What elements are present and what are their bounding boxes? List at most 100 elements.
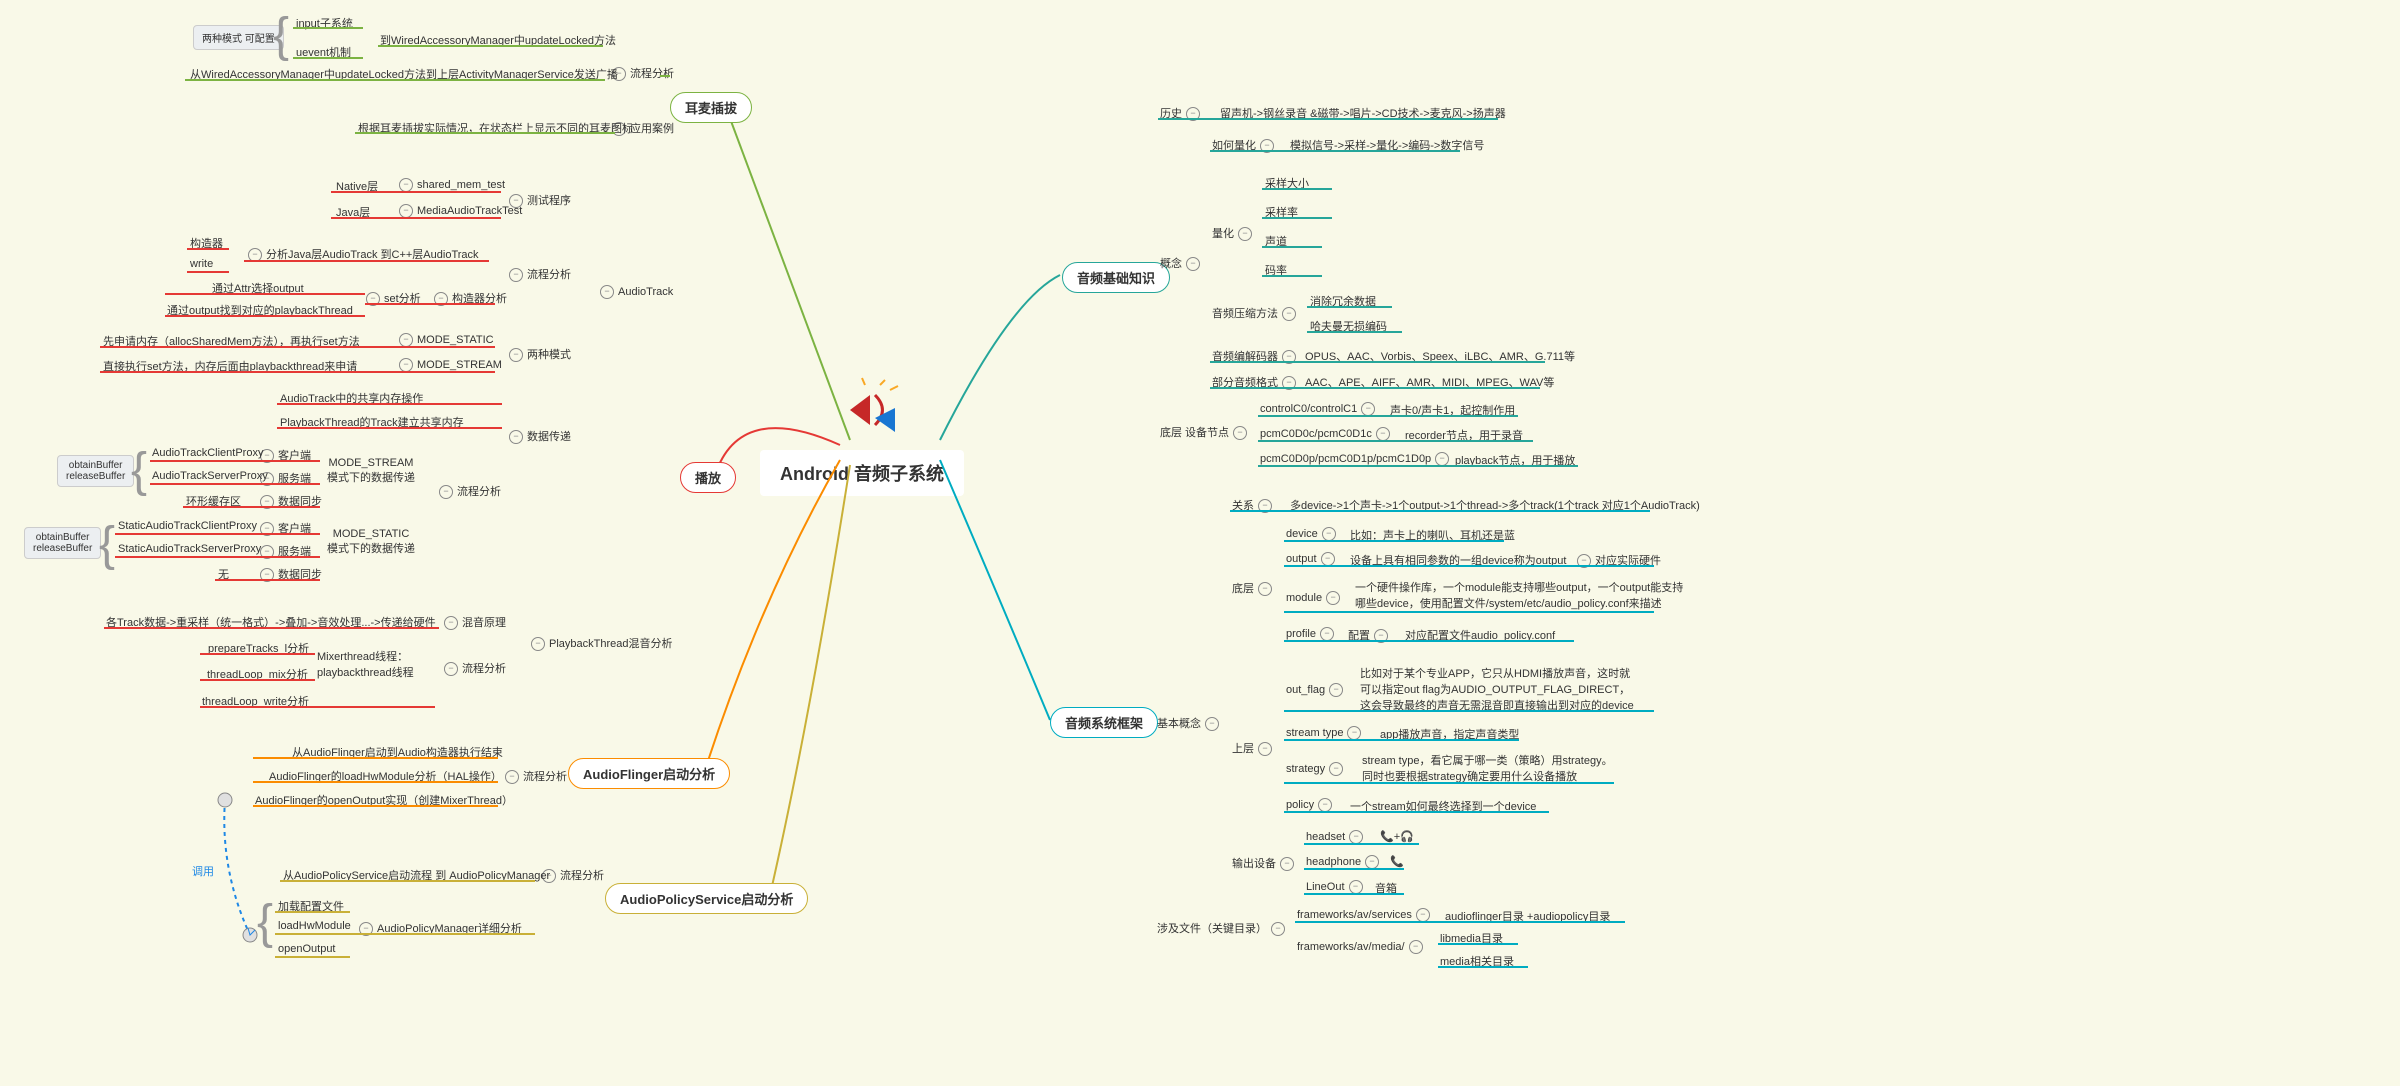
branch-policy[interactable]: AudioPolicyService启动分析 xyxy=(605,883,808,914)
collapse-icon[interactable]: − xyxy=(1280,857,1294,871)
collapse-icon[interactable]: − xyxy=(1238,227,1252,241)
collapse-icon[interactable]: − xyxy=(1347,726,1361,740)
collapse-icon[interactable]: − xyxy=(399,178,413,192)
collapse-icon[interactable]: − xyxy=(1322,527,1336,541)
policy-flow[interactable]: 流程分析 xyxy=(560,870,604,882)
collapse-icon[interactable]: − xyxy=(531,637,545,651)
node-case[interactable]: 应用案例 xyxy=(630,123,674,135)
collapse-icon[interactable]: − xyxy=(1329,762,1343,776)
branch-basics[interactable]: 音频基础知识 xyxy=(1062,262,1170,293)
collapse-icon[interactable]: − xyxy=(1365,855,1379,869)
quant[interactable]: 量化 xyxy=(1212,228,1234,240)
profile[interactable]: profile xyxy=(1286,628,1316,640)
write[interactable]: write xyxy=(190,258,213,270)
concept[interactable]: 概念 xyxy=(1160,258,1182,270)
output-fw[interactable]: output xyxy=(1286,553,1317,565)
twomode-node[interactable]: 两种模式 xyxy=(527,349,571,361)
collapse-icon[interactable]: − xyxy=(1186,257,1200,271)
collapse-icon[interactable]: − xyxy=(399,333,413,347)
bottom[interactable]: 底层 设备节点 xyxy=(1160,427,1229,439)
collapse-icon[interactable]: − xyxy=(1318,798,1332,812)
outdev[interactable]: 输出设备 xyxy=(1232,858,1276,870)
headset[interactable]: headset xyxy=(1306,831,1345,843)
collapse-icon[interactable]: − xyxy=(1349,880,1363,894)
flow-node[interactable]: 流程分析 xyxy=(527,269,571,281)
flow3[interactable]: 流程分析 xyxy=(462,663,506,675)
collapse-icon[interactable]: − xyxy=(1435,452,1449,466)
collapse-icon[interactable]: − xyxy=(1409,940,1423,954)
collapse-icon[interactable]: − xyxy=(1416,908,1430,922)
media-test[interactable]: MediaAudioTrackTest xyxy=(417,205,522,217)
collapse-icon[interactable]: − xyxy=(1320,627,1334,641)
module-fw[interactable]: module xyxy=(1286,592,1322,604)
collapse-icon[interactable]: − xyxy=(505,770,519,784)
basic[interactable]: 基本概念 xyxy=(1157,718,1201,730)
collapse-icon[interactable]: − xyxy=(1329,683,1343,697)
compress[interactable]: 音频压缩方法 xyxy=(1212,308,1278,320)
headphone[interactable]: headphone xyxy=(1306,856,1361,868)
collapse-icon[interactable]: − xyxy=(509,430,523,444)
collapse-icon[interactable]: − xyxy=(1361,402,1375,416)
pcm-p[interactable]: pcmC0D0p/pcmC0D1p/pcmC1D0p xyxy=(1260,453,1431,465)
collapse-icon[interactable]: − xyxy=(1376,427,1390,441)
openout[interactable]: openOutput xyxy=(278,943,336,955)
collapse-icon[interactable]: − xyxy=(600,285,614,299)
strategy[interactable]: strategy xyxy=(1286,763,1325,775)
control[interactable]: controlC0/controlC1 xyxy=(1260,403,1357,415)
satsp[interactable]: StaticAudioTrackServerProxy xyxy=(118,543,261,555)
upper[interactable]: 上层 xyxy=(1232,743,1254,755)
collapse-icon[interactable]: − xyxy=(444,616,458,630)
shared-mem[interactable]: shared_mem_test xyxy=(417,179,505,191)
stream[interactable]: MODE_STREAM xyxy=(417,359,502,371)
collapse-icon[interactable]: − xyxy=(1271,922,1285,936)
collapse-icon[interactable]: − xyxy=(399,358,413,372)
media[interactable]: frameworks/av/media/ xyxy=(1297,941,1405,953)
mixprinciple[interactable]: 混音原理 xyxy=(462,617,506,629)
flinger-flow[interactable]: 流程分析 xyxy=(523,771,567,783)
collapse-icon[interactable]: − xyxy=(399,204,413,218)
collapse-icon[interactable]: − xyxy=(509,268,523,282)
collapse-icon[interactable]: − xyxy=(1233,426,1247,440)
test-node[interactable]: 测试程序 xyxy=(527,195,571,207)
branch-flinger[interactable]: AudioFlinger启动分析 xyxy=(568,758,730,789)
data-node[interactable]: 数据传递 xyxy=(527,431,571,443)
loadhw[interactable]: loadHwModule xyxy=(278,920,351,932)
device[interactable]: device xyxy=(1286,528,1318,540)
pbmix[interactable]: PlaybackThread混音分析 xyxy=(549,638,673,650)
outflag-v[interactable]: 比如对于某个专业APP，它只从HDMI播放声音，这时就 可以指定out flag… xyxy=(1360,665,1634,713)
files[interactable]: 涉及文件（关键目录） xyxy=(1157,923,1267,935)
branch-playback[interactable]: 播放 xyxy=(680,462,736,493)
streamtype[interactable]: stream type xyxy=(1286,727,1343,739)
collapse-icon[interactable]: − xyxy=(1258,582,1272,596)
outflag[interactable]: out_flag xyxy=(1286,684,1325,696)
collapse-icon[interactable]: − xyxy=(1205,717,1219,731)
lineout[interactable]: LineOut xyxy=(1306,881,1345,893)
collapse-icon[interactable]: − xyxy=(444,662,458,676)
branch-framework[interactable]: 音频系统框架 xyxy=(1050,707,1158,738)
node-flow[interactable]: 流程分析 xyxy=(630,68,674,80)
policy-fw[interactable]: policy xyxy=(1286,799,1314,811)
flow2[interactable]: 流程分析 xyxy=(457,486,501,498)
satcp[interactable]: StaticAudioTrackClientProxy xyxy=(118,520,257,532)
static-mode[interactable]: MODE_STATIC 模式下的数据传递 xyxy=(327,528,415,556)
collapse-icon[interactable]: − xyxy=(1282,307,1296,321)
mixer[interactable]: Mixerthread线程： playbackthread线程 xyxy=(317,648,414,680)
static[interactable]: MODE_STATIC xyxy=(417,334,494,346)
at-node[interactable]: AudioTrack xyxy=(618,286,673,298)
pcm-c[interactable]: pcmC0D0c/pcmC0D1c xyxy=(1260,428,1372,440)
collapse-icon[interactable]: − xyxy=(1349,830,1363,844)
collapse-icon[interactable]: − xyxy=(1258,742,1272,756)
collapse-icon[interactable]: − xyxy=(509,348,523,362)
strategy-v[interactable]: stream type，看它属于哪一类（策略）用strategy。 同时也要根据… xyxy=(1362,752,1613,784)
node-icon-desc[interactable]: 根据耳麦插拔实际情况，在状态栏上显示不同的耳麦图标 xyxy=(358,120,633,136)
bottom-fw[interactable]: 底层 xyxy=(1232,583,1254,595)
services[interactable]: frameworks/av/services xyxy=(1297,909,1412,921)
atsp[interactable]: AudioTrackServerProxy xyxy=(152,470,268,482)
branch-earjack[interactable]: 耳麦插拔 xyxy=(670,92,752,123)
collapse-icon[interactable]: − xyxy=(1326,591,1340,605)
atcp[interactable]: AudioTrackClientProxy xyxy=(152,447,263,459)
collapse-icon[interactable]: − xyxy=(439,485,453,499)
collapse-icon[interactable]: − xyxy=(1321,552,1335,566)
module-v[interactable]: 一个硬件操作库，一个module能支持哪些output，一个output能支持 … xyxy=(1355,579,1683,611)
node-input[interactable]: input子系统 xyxy=(296,15,353,31)
